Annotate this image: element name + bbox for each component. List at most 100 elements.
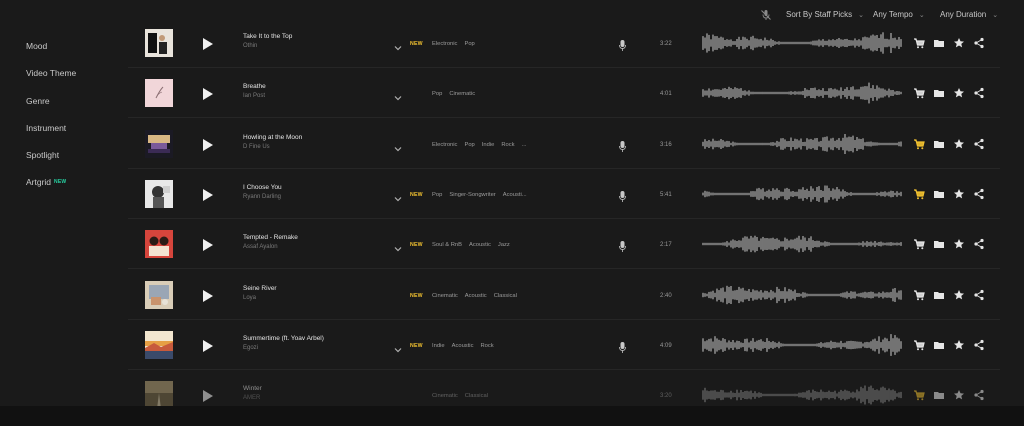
- genre-tag[interactable]: Electronic: [432, 41, 457, 47]
- track-title[interactable]: I Choose You: [243, 184, 282, 191]
- share-icon[interactable]: [973, 37, 985, 49]
- waveform[interactable]: [702, 280, 902, 310]
- sidebar-item-artgrid[interactable]: Artgrid NEW: [26, 177, 66, 187]
- star-icon[interactable]: [953, 87, 965, 99]
- track-artist[interactable]: Ian Post: [243, 93, 265, 99]
- share-icon[interactable]: [973, 238, 985, 250]
- genre-tag[interactable]: Cinematic: [449, 91, 475, 97]
- share-icon[interactable]: [973, 289, 985, 301]
- genre-tag[interactable]: Classical: [494, 293, 517, 299]
- genre-tag[interactable]: Cinematic: [432, 393, 458, 399]
- folder-icon[interactable]: [933, 289, 945, 301]
- folder-icon[interactable]: [933, 238, 945, 250]
- sidebar-item-instrument[interactable]: Instrument: [26, 123, 66, 133]
- cart-icon[interactable]: [913, 289, 925, 301]
- genre-tag[interactable]: Pop: [464, 41, 474, 47]
- star-icon[interactable]: [953, 238, 965, 250]
- play-icon[interactable]: [203, 339, 213, 352]
- share-icon[interactable]: [973, 339, 985, 351]
- chevron-down-icon[interactable]: [394, 39, 402, 51]
- genre-tag[interactable]: Acoustic: [469, 242, 491, 248]
- genre-tag[interactable]: Acousti...: [503, 192, 527, 198]
- share-icon[interactable]: [973, 389, 985, 401]
- track-title[interactable]: Take It to the Top: [243, 33, 292, 40]
- album-cover: [145, 230, 173, 258]
- cart-icon[interactable]: [913, 138, 925, 150]
- play-icon[interactable]: [203, 289, 213, 302]
- sidebar-item-spotlight[interactable]: Spotlight: [26, 150, 59, 160]
- chevron-down-icon[interactable]: [394, 341, 402, 353]
- sidebar-item-genre[interactable]: Genre: [26, 96, 50, 106]
- genre-tag[interactable]: Pop: [432, 91, 442, 97]
- share-icon[interactable]: [973, 87, 985, 99]
- star-icon[interactable]: [953, 188, 965, 200]
- genre-tag[interactable]: Indie: [482, 142, 495, 148]
- track-title[interactable]: Breathe: [243, 83, 266, 90]
- share-icon[interactable]: [973, 188, 985, 200]
- genre-tag[interactable]: Rock: [501, 142, 514, 148]
- play-icon[interactable]: [203, 188, 213, 201]
- folder-icon[interactable]: [933, 138, 945, 150]
- waveform[interactable]: [702, 229, 902, 259]
- star-icon[interactable]: [953, 289, 965, 301]
- chevron-down-icon[interactable]: [394, 140, 402, 152]
- genre-tag[interactable]: Cinematic: [432, 293, 458, 299]
- track-artist[interactable]: Egozi: [243, 345, 258, 351]
- play-icon[interactable]: [203, 238, 213, 251]
- play-icon[interactable]: [203, 138, 213, 151]
- chevron-down-icon[interactable]: [394, 240, 402, 252]
- star-icon[interactable]: [953, 339, 965, 351]
- genre-tag[interactable]: Soul & RnB: [432, 242, 462, 248]
- folder-icon[interactable]: [933, 389, 945, 401]
- folder-icon[interactable]: [933, 87, 945, 99]
- folder-icon[interactable]: [933, 188, 945, 200]
- genre-tag[interactable]: Indie: [432, 343, 445, 349]
- cart-icon[interactable]: [913, 339, 925, 351]
- genre-tag[interactable]: Jazz: [498, 242, 510, 248]
- genre-tag[interactable]: Pop: [464, 142, 474, 148]
- play-icon[interactable]: [203, 37, 213, 50]
- waveform[interactable]: [702, 78, 902, 108]
- track-artist[interactable]: Loya: [243, 295, 256, 301]
- star-icon[interactable]: [953, 138, 965, 150]
- track-artist[interactable]: D Fine Us: [243, 144, 270, 150]
- track-title[interactable]: Tempted - Remake: [243, 234, 298, 241]
- star-icon[interactable]: [953, 389, 965, 401]
- sidebar-item-video-theme[interactable]: Video Theme: [26, 68, 76, 78]
- chevron-down-icon[interactable]: [394, 190, 402, 202]
- genre-tag[interactable]: Electronic: [432, 142, 457, 148]
- share-icon[interactable]: [973, 138, 985, 150]
- genre-tag[interactable]: Acoustic: [465, 293, 487, 299]
- track-artist[interactable]: Ryann Darling: [243, 194, 281, 200]
- track-artist[interactable]: Othin: [243, 43, 257, 49]
- track-title[interactable]: Howling at the Moon: [243, 134, 302, 141]
- genre-tag[interactable]: ...: [522, 142, 527, 148]
- waveform[interactable]: [702, 129, 902, 159]
- star-icon[interactable]: [953, 37, 965, 49]
- track-artist[interactable]: Assaf Ayalon: [243, 244, 278, 250]
- folder-icon[interactable]: [933, 339, 945, 351]
- cart-icon[interactable]: [913, 389, 925, 401]
- track-artist[interactable]: AMER: [243, 395, 260, 401]
- genre-tag[interactable]: Rock: [481, 343, 494, 349]
- cart-icon[interactable]: [913, 87, 925, 99]
- chevron-down-icon[interactable]: [394, 89, 402, 101]
- waveform[interactable]: [702, 179, 902, 209]
- play-icon[interactable]: [203, 87, 213, 100]
- cart-icon[interactable]: [913, 188, 925, 200]
- cart-icon[interactable]: [913, 238, 925, 250]
- track-title[interactable]: Seine River: [243, 285, 277, 292]
- play-icon[interactable]: [203, 389, 213, 402]
- genre-tag[interactable]: Singer-Songwriter: [449, 192, 495, 198]
- track-title[interactable]: Winter: [243, 385, 262, 392]
- cart-icon[interactable]: [913, 37, 925, 49]
- waveform[interactable]: [702, 28, 902, 58]
- track-title[interactable]: Summertime (ft. Yoav Arbel): [243, 335, 324, 342]
- folder-icon[interactable]: [933, 37, 945, 49]
- waveform[interactable]: [702, 330, 902, 360]
- sidebar-item-mood[interactable]: Mood: [26, 41, 47, 51]
- genre-tags: Pop Singer-Songwriter Acousti...: [432, 192, 527, 198]
- genre-tag[interactable]: Acoustic: [452, 343, 474, 349]
- genre-tag[interactable]: Pop: [432, 192, 442, 198]
- genre-tag[interactable]: Classical: [465, 393, 488, 399]
